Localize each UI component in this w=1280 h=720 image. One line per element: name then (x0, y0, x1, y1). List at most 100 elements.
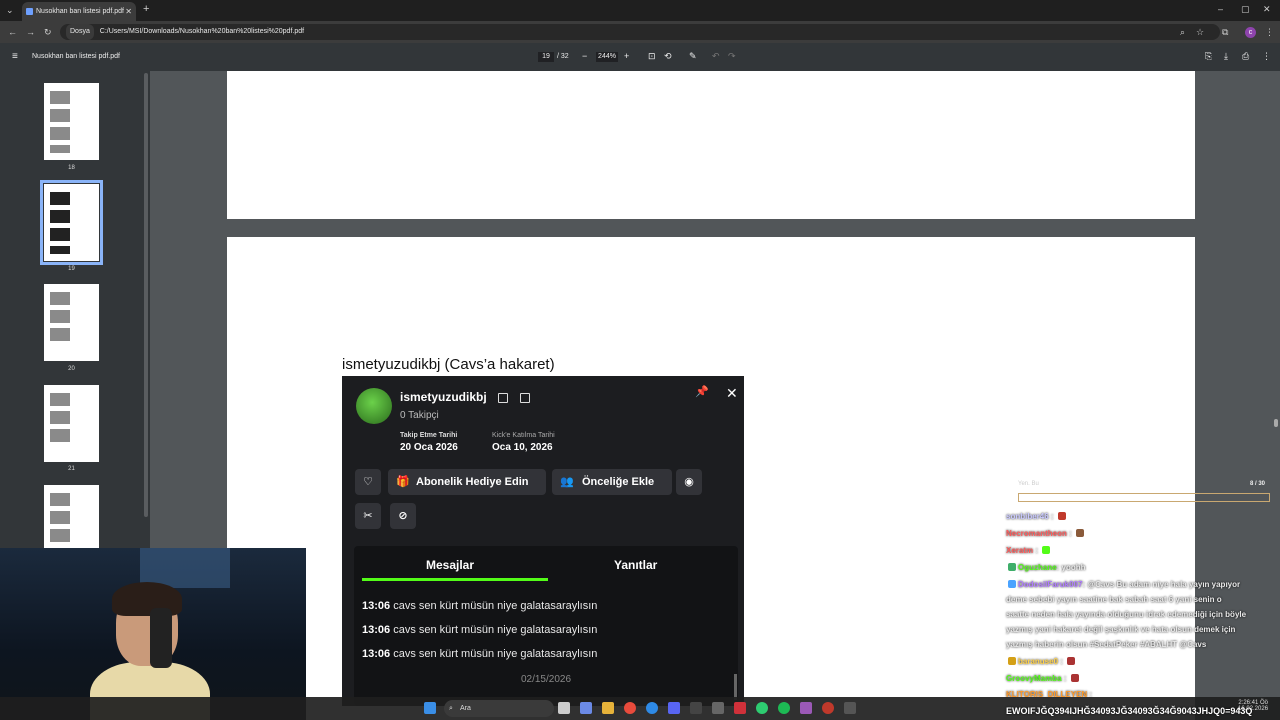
reload-icon[interactable]: ↻ (44, 27, 52, 37)
omnibox[interactable]: Dosya C:/Users/MSI/Downloads/Nusokhan%20… (60, 24, 1220, 40)
thumbnail-page-18[interactable] (44, 83, 99, 160)
edge-icon[interactable] (646, 702, 658, 714)
active-tab-indicator (362, 578, 548, 581)
thumb-image (50, 127, 70, 140)
fit-page-icon[interactable]: ⊡ (648, 51, 656, 62)
message-text: cavs sen kürt müsün niye galatasaraylısı… (393, 624, 598, 636)
app-icon[interactable] (712, 702, 724, 714)
file-explorer-icon[interactable] (602, 702, 614, 714)
chat-username: GroovyMamba (1006, 674, 1062, 683)
chat-marquee: EWOIFJĞQ394IJHĞ34093JĞ34093Ğ34Ğ9043JHJQ0… (1006, 706, 1253, 716)
zoom-input[interactable]: 244% (596, 52, 618, 62)
thumbnail-page-19[interactable] (40, 180, 103, 265)
pdf-favicon-icon (26, 8, 33, 15)
thumb-image (50, 429, 70, 442)
undo-icon[interactable]: ↶ (712, 51, 720, 62)
redo-icon[interactable]: ↷ (728, 51, 736, 62)
chrome-menu-icon[interactable]: ⋮ (1265, 27, 1274, 37)
minimize-icon[interactable]: – (1218, 4, 1223, 14)
message-time: 13:06 (362, 648, 391, 660)
thumbnail-page-20[interactable] (44, 284, 99, 361)
tab-replies: Yanıtlar (614, 558, 658, 572)
thumb-image (50, 393, 70, 406)
chat-username: Xeratm (1006, 546, 1034, 555)
priority-button-label: Önceliğe Ekle (582, 476, 655, 488)
task-view-icon[interactable] (558, 702, 570, 714)
chat-line: Oguzhane: yoohh (1006, 563, 1086, 572)
taskbar-search[interactable]: ⌕ Ara (444, 700, 554, 717)
forward-icon[interactable]: → (26, 27, 35, 37)
spotify-icon[interactable] (778, 702, 790, 714)
chat-line: baranuse0 : (1006, 657, 1077, 666)
thumbnail-label: 18 (68, 165, 75, 171)
notes-icon (520, 393, 530, 403)
main-scrollbar[interactable] (1274, 419, 1278, 427)
chat-counter: 8 / 30 (1250, 481, 1266, 487)
save-as-icon[interactable]: ⎘ (1205, 51, 1212, 62)
chat-username: DodosilFaruk007 (1018, 580, 1083, 589)
app-icon[interactable] (734, 702, 746, 714)
whatsapp-icon[interactable] (756, 702, 768, 714)
thumbnail-page-22[interactable] (44, 485, 99, 548)
page-number-input[interactable]: 19 (538, 52, 554, 62)
eye-button: ◉ (676, 469, 702, 495)
badge-icon (1008, 580, 1016, 588)
start-icon[interactable] (424, 702, 436, 714)
app-icon[interactable] (822, 702, 834, 714)
print-icon[interactable]: ⎙ (1242, 51, 1249, 62)
clock-date: 16.02.2026 (1238, 706, 1269, 712)
close-window-icon[interactable]: ✕ (1263, 4, 1271, 14)
thumb-image (50, 210, 70, 223)
extensions-icon[interactable]: ⧉ (1222, 27, 1228, 37)
emote-icon (1070, 674, 1079, 682)
zoom-out-icon[interactable]: − (582, 51, 587, 61)
discord-icon[interactable] (668, 702, 680, 714)
chat-line-continuation: yazmış haberin olsun #SedatPeker #ABALHT… (1006, 640, 1207, 649)
app-icon[interactable] (844, 702, 856, 714)
chat-username: Oguzhane (1018, 563, 1057, 572)
maximize-icon[interactable]: ▢ (1241, 4, 1250, 14)
thumbnail-page-21[interactable] (44, 385, 99, 462)
close-tab-icon[interactable]: ✕ (125, 2, 132, 21)
page-total: / 32 (557, 53, 569, 60)
chat-line: Xeratm : (1006, 546, 1052, 555)
address-bar-row: ← → ↻ Dosya C:/Users/MSI/Downloads/Nusok… (0, 21, 1280, 43)
chat-text: : yoohh (1056, 563, 1086, 572)
thumb-image (50, 511, 70, 524)
file-chip[interactable]: Dosya (66, 24, 94, 40)
browser-tab[interactable]: Nusokhan ban listesi pdf.pdf ✕ (22, 2, 136, 21)
emote-icon (1057, 512, 1066, 520)
message-row: 13:06 cavs sen kürt müsün niye galatasar… (362, 624, 597, 636)
message-text: cavs sen kürt müsün niye galatasaraylısı… (393, 648, 598, 660)
steam-icon[interactable] (690, 702, 702, 714)
thumb-image (50, 529, 70, 542)
new-tab-icon[interactable]: + (143, 4, 149, 15)
copilot-icon[interactable] (580, 702, 592, 714)
thumb-image (50, 292, 70, 305)
bookmark-star-icon[interactable]: ☆ (1196, 27, 1204, 37)
profile-avatar[interactable]: c (1245, 27, 1256, 38)
tab-title: Nusokhan ban listesi pdf.pdf (36, 8, 124, 15)
tab-search-icon[interactable]: ⌄ (6, 5, 14, 15)
download-icon[interactable]: ⤓ (1224, 51, 1228, 62)
add-priority-button: 👥 Önceliğe Ekle (552, 469, 672, 495)
back-icon[interactable]: ← (8, 27, 17, 37)
message-time: 13:06 (362, 624, 391, 636)
message-text: cavs sen kürt müsün niye galatasaraylısı… (393, 600, 598, 612)
pdf-viewport: ismetyuzudikbj (Cavs’a hakaret) ismetyuz… (150, 71, 1280, 720)
app-icon[interactable] (800, 702, 812, 714)
sidebar-menu-icon[interactable]: ≡ (12, 51, 18, 62)
annotate-icon[interactable]: ✎ (689, 51, 697, 62)
more-actions-icon[interactable]: ⋮ (1262, 51, 1271, 62)
microphone (150, 608, 172, 668)
zoom-in-icon[interactable]: + (624, 51, 629, 61)
message-row: 13:06 cavs sen kürt müsün niye galatasar… (362, 648, 597, 660)
rotate-icon[interactable]: ⟲ (664, 51, 672, 62)
system-clock[interactable]: 2:26:41 Öö 16.02.2026 (1238, 700, 1268, 712)
chrome-icon[interactable] (624, 702, 636, 714)
pdf-title: Nusokhan ban listesi pdf.pdf (32, 53, 120, 60)
zoom-icon[interactable]: ⌕ (1180, 27, 1185, 37)
chat-text: : @Cavs Bu adam niye hala yayın yapıyor (1082, 580, 1241, 589)
sidebar-scrollbar[interactable] (144, 73, 148, 517)
chat-line: DodosilFaruk007: @Cavs Bu adam niye hala… (1006, 580, 1240, 589)
